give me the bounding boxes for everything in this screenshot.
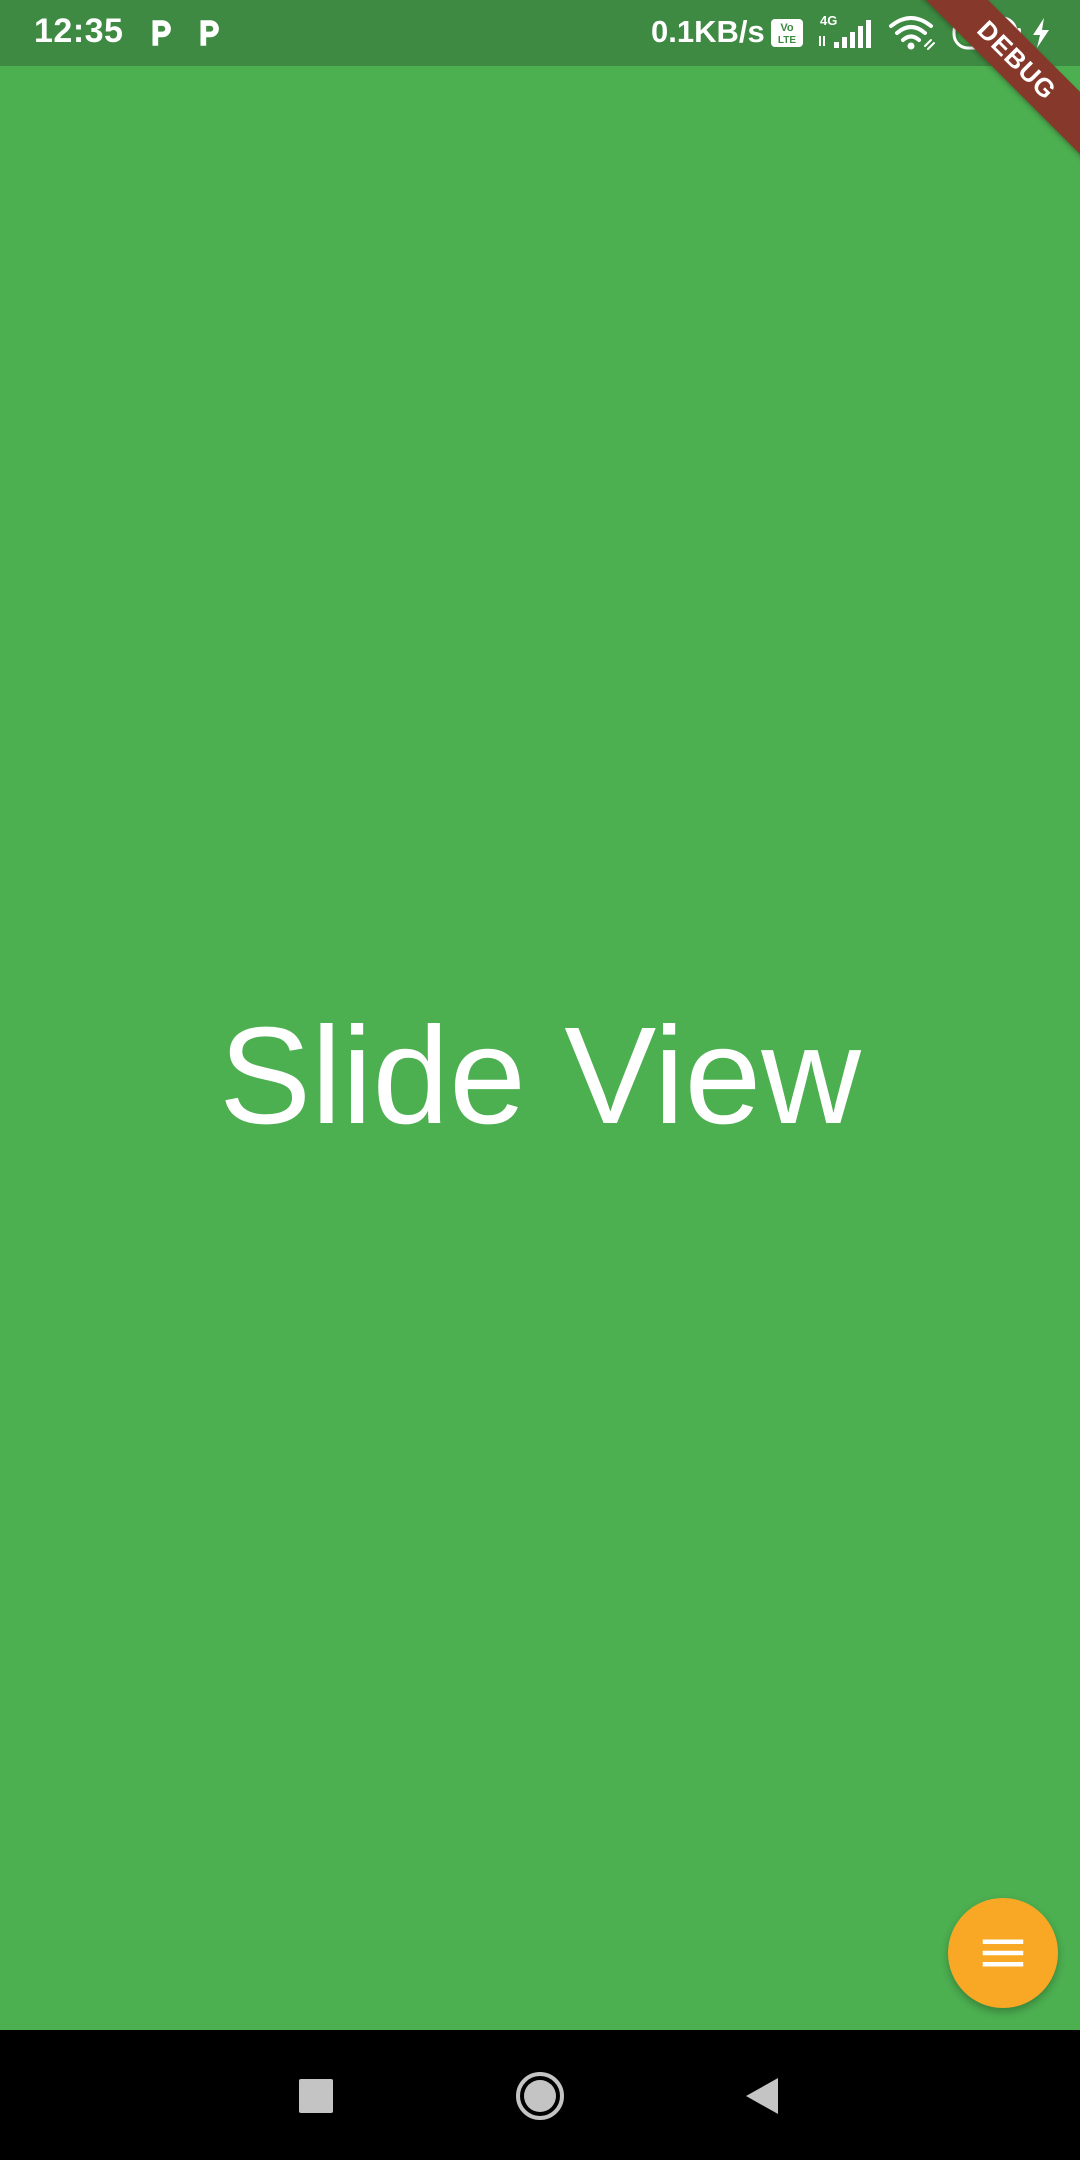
svg-text:4G: 4G	[820, 13, 837, 28]
back-icon[interactable]	[738, 2070, 790, 2122]
svg-text:LTE: LTE	[778, 35, 796, 46]
volte-icon: Vo LTE	[771, 19, 803, 47]
screen: 12:35 0.1KB/s Vo LTE 4G DEBUG Slide View	[0, 0, 1080, 2160]
svg-text:Vo: Vo	[780, 22, 794, 34]
menu-icon	[982, 1939, 1024, 1967]
parking-p-icon	[152, 20, 171, 46]
parking-p-icon	[200, 20, 219, 46]
wifi-icon	[889, 16, 935, 50]
navigation-bar	[0, 2030, 1080, 2160]
network-speed: 0.1KB/s	[651, 14, 765, 49]
recents-icon[interactable]	[290, 2070, 342, 2122]
slide-view-page: Slide View	[0, 66, 1080, 2030]
slide-title: Slide View	[219, 999, 861, 1153]
signal-icon: 4G	[819, 13, 871, 48]
home-icon[interactable]	[514, 2070, 566, 2122]
status-time: 12:35	[34, 12, 124, 50]
status-bar: 12:35 0.1KB/s Vo LTE 4G	[0, 0, 1080, 66]
menu-fab-button[interactable]	[948, 1898, 1058, 2008]
